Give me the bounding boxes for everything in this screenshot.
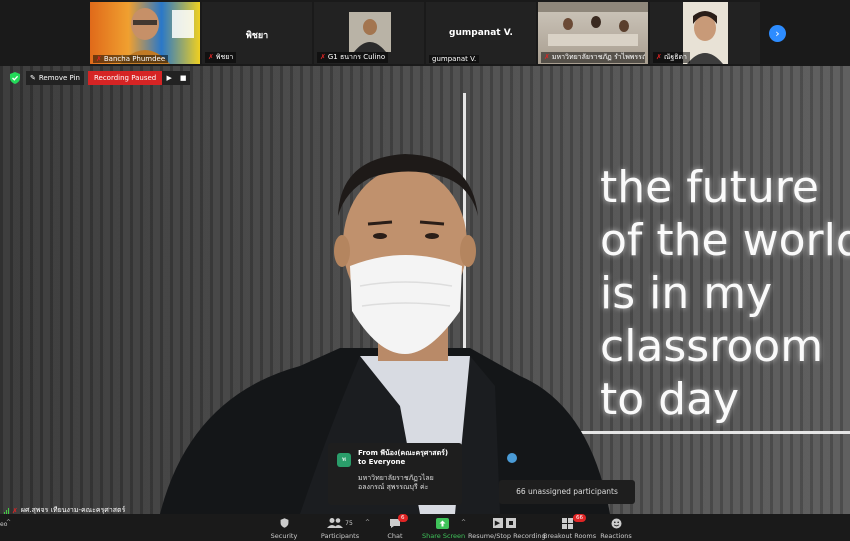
participant-tile-2[interactable]: พิชยา ✗ พิชยา bbox=[202, 2, 312, 64]
breakout-rooms-label: Breakout Rooms bbox=[543, 532, 597, 540]
participant-name: gumpanat V. bbox=[429, 55, 480, 63]
chevron-up-icon[interactable]: ^ bbox=[365, 519, 370, 526]
participant-tile-1[interactable]: ✗ Bancha Phumdee bbox=[90, 2, 200, 64]
security-button[interactable]: Security bbox=[268, 516, 300, 540]
muted-mic-icon: ✗ bbox=[656, 53, 662, 61]
share-screen-label: Share Screen bbox=[422, 532, 466, 540]
share-screen-icon bbox=[435, 517, 449, 529]
muted-mic-icon: ✗ bbox=[544, 53, 550, 61]
security-label: Security bbox=[270, 532, 298, 540]
participant-strip: ✗ Bancha Phumdee พิชยา ✗ พิชยา ✗ G1 ธนากร C… bbox=[0, 0, 850, 66]
participant-name: ✗ พิชยา bbox=[205, 52, 237, 63]
participant-center-name: gumpanat V. bbox=[449, 28, 513, 38]
stop-icon bbox=[505, 518, 516, 528]
participants-icon bbox=[327, 518, 344, 528]
resume-icon: ▶ bbox=[492, 518, 503, 528]
recording-status: Recording Paused ▶ ■ bbox=[87, 71, 191, 85]
participant-center-name: พิชยา bbox=[245, 31, 269, 41]
muted-mic-icon: ✗ bbox=[320, 53, 326, 61]
remove-pin-button[interactable]: ✎ Remove Pin bbox=[26, 71, 84, 85]
reactions-label: Reactions bbox=[600, 532, 632, 540]
recording-paused-label: Recording Paused bbox=[87, 71, 163, 85]
participant-tile-3[interactable]: ✗ G1 ธนากร Culino bbox=[314, 2, 424, 64]
chat-message: มหาวิทยาลัยราชภัฏวไลยอลงกรณ์ สุพรรณบุรี … bbox=[358, 474, 434, 491]
participant-tile-4[interactable]: gumpanat V. gumpanat V. bbox=[426, 2, 536, 64]
pin-icon: ✎ bbox=[30, 74, 36, 82]
participants-button[interactable]: 75 Participants bbox=[320, 516, 360, 540]
unassigned-participants-notice[interactable]: 66 unassigned participants bbox=[499, 480, 635, 504]
participant-tile-5[interactable]: ✗ มหาวิทยาลัยราชภัฏ รำไพพรรณี bbox=[538, 2, 648, 64]
chevron-right-icon[interactable]: › bbox=[769, 25, 786, 42]
participant-tile-6[interactable]: ✗ ณัฐธิดา bbox=[650, 2, 760, 64]
participant-name: ✗ Bancha Phumdee bbox=[93, 55, 169, 63]
participants-label: Participants bbox=[320, 532, 360, 540]
participants-count: 75 bbox=[345, 519, 353, 527]
chevron-up-icon[interactable]: ^ bbox=[6, 519, 11, 526]
participant-name: ✗ ณัฐธิดา bbox=[653, 52, 690, 63]
meeting-toolbar: eo ^ Security 75 Participants ^ 6 Chat S… bbox=[0, 514, 850, 541]
chat-badge: 6 bbox=[398, 514, 408, 522]
shield-icon bbox=[280, 518, 288, 528]
share-screen-button[interactable]: Share Screen bbox=[422, 516, 466, 540]
resume-stop-recording-button[interactable]: ▶ Resume/Stop Recording bbox=[468, 516, 546, 540]
recording-label: Resume/Stop Recording bbox=[468, 532, 546, 540]
chevron-up-icon[interactable]: ^ bbox=[461, 519, 466, 526]
chat-avatar: พ bbox=[337, 453, 351, 467]
chat-notification[interactable]: พ From พีน้อง(คณะครุศาสตร์) to Everyone … bbox=[328, 443, 462, 505]
play-icon[interactable]: ▶ bbox=[162, 71, 177, 85]
video-thumbnail bbox=[349, 12, 391, 52]
chat-label: Chat bbox=[387, 532, 403, 540]
muted-mic-icon: ✗ bbox=[208, 53, 214, 61]
reactions-button[interactable]: Reactions bbox=[600, 516, 632, 540]
signal-bars-icon bbox=[4, 507, 9, 514]
video-topbar: ✎ Remove Pin Recording Paused ▶ ■ bbox=[0, 70, 191, 86]
muted-mic-icon: ✗ bbox=[96, 55, 102, 63]
remove-pin-label: Remove Pin bbox=[38, 74, 80, 82]
smiley-icon bbox=[611, 518, 621, 528]
chat-button[interactable]: 6 Chat bbox=[383, 514, 408, 540]
breakout-rooms-icon bbox=[561, 517, 573, 529]
shield-icon[interactable] bbox=[8, 71, 22, 85]
breakout-rooms-button[interactable]: 66 Breakout Rooms bbox=[543, 514, 597, 540]
participant-name: ✗ มหาวิทยาลัยราชภัฏ รำไพพรรณี bbox=[541, 52, 645, 63]
participant-name: ✗ G1 ธนากร Culino bbox=[317, 52, 389, 63]
breakout-badge: 66 bbox=[573, 514, 586, 522]
stop-icon[interactable]: ■ bbox=[176, 71, 191, 85]
chat-sender: From พีน้อง(คณะครุศาสตร์) to Everyone bbox=[358, 449, 449, 466]
